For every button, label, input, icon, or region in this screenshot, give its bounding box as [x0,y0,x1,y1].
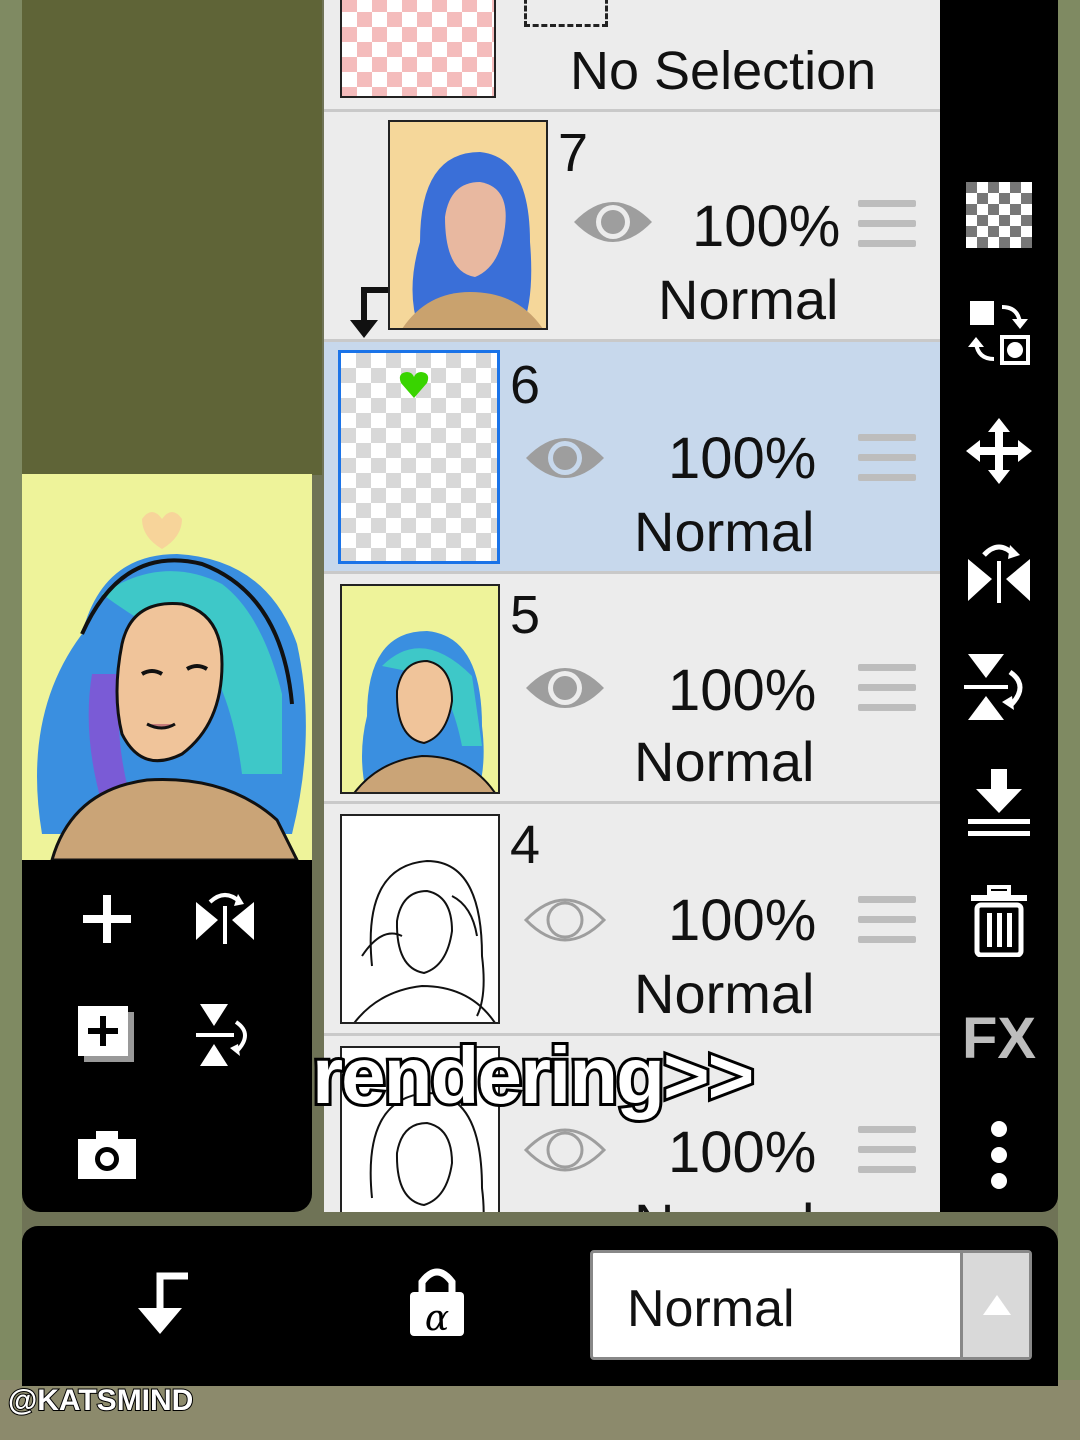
move-arrows-icon [966,418,1032,484]
canvas-preview [22,474,312,860]
layer-row[interactable]: 4 100% Normal [324,804,940,1036]
delete-layer-button[interactable] [960,882,1038,960]
drag-handle[interactable] [858,434,916,484]
merge-down-button[interactable] [960,764,1038,842]
video-caption: rendering>> [309,1028,757,1123]
visibility-eye-icon[interactable] [524,428,606,488]
svg-text:α: α [425,1298,449,1338]
right-toolbar: FX [940,0,1058,1212]
selection-thumbnail [340,0,496,98]
trash-icon [971,885,1027,957]
visibility-eye-hidden-icon[interactable] [524,1120,606,1180]
layer-bottom-bar: α Normal [22,1226,1058,1386]
canvas-background-left [0,0,22,1440]
layer-opacity: 100% [668,888,817,953]
layer-thumbnail [388,120,548,330]
layer-opacity: 100% [668,1120,817,1185]
flip-vertical-button[interactable] [960,648,1038,726]
checkerboard-icon [966,182,1032,248]
add-layer-box-icon [78,1006,134,1062]
merge-down-icon [968,769,1030,836]
drag-handle[interactable] [858,664,916,714]
transparency-button[interactable] [960,176,1038,254]
selection-layer-row[interactable]: No Selection [324,0,940,112]
visibility-eye-icon[interactable] [524,658,606,718]
kebab-menu-icon [991,1121,1007,1189]
drag-handle[interactable] [858,1126,916,1176]
no-selection-label: No Selection [570,41,877,101]
layer-thumbnail [340,584,500,794]
alpha-lock-icon: α [410,1268,464,1339]
layer-blend-mode: Normal [634,500,815,563]
blend-mode-value: Normal [627,1280,795,1338]
watermark: @KATSMIND [7,1383,194,1418]
layer-number: 7 [558,123,589,183]
layer-number: 5 [510,585,541,645]
clipping-button[interactable] [122,1268,202,1348]
move-button[interactable] [960,412,1038,490]
triangle-up-icon [983,1295,1011,1315]
fx-button[interactable]: FX [960,1005,1038,1072]
flip-horizontal-icon [196,893,254,944]
layer-opacity: 100% [668,426,817,491]
layer-thumbnail [338,350,500,564]
layer-opacity: 100% [668,658,817,723]
layer-row[interactable]: 5 100% Normal [324,574,940,804]
blend-mode-dropdown-toggle[interactable] [960,1253,1029,1357]
canvas-background-right [1058,0,1080,1440]
clipping-arrow-icon [350,287,388,338]
drag-handle[interactable] [858,200,916,250]
layer-row-selected[interactable]: 6 100% Normal [324,342,940,574]
swap-icon [968,301,1030,365]
layer-thumbnail [340,814,500,1024]
flip-horizontal-button[interactable] [960,530,1038,608]
layer-row[interactable]: 7 100% Normal [324,112,940,342]
layer-number: 6 [510,355,541,415]
selection-marquee-icon [524,0,608,27]
drag-handle[interactable] [858,896,916,946]
flip-vertical-icon [964,654,1023,720]
add-copy-layer-button[interactable] [72,1000,142,1070]
plus-icon [83,895,131,943]
layer-blend-mode: Normal [658,268,839,331]
camera-button[interactable] [72,1120,142,1190]
flip-horizontal-icon [968,544,1030,603]
layer-opacity: 100% [692,194,841,259]
camera-icon [78,1131,136,1179]
visibility-eye-hidden-icon[interactable] [524,890,606,950]
layer-blend-mode: Normal [634,1196,814,1213]
layer-blend-mode: Normal [634,962,815,1025]
layer-blend-mode: Normal [634,730,815,793]
left-tool-panel [22,860,312,1212]
flip-vertical-icon [196,1004,247,1066]
alpha-lock-button[interactable]: α [406,1266,486,1350]
flip-horizontal-button[interactable] [190,884,260,954]
visibility-eye-icon[interactable] [572,192,654,252]
more-options-button[interactable] [960,1116,1038,1194]
swap-colors-button[interactable] [960,294,1038,372]
clipping-arrow-icon [138,1272,188,1334]
flip-vertical-button[interactable] [190,1000,260,1070]
heart-icon [399,372,429,398]
canvas-background [22,0,322,475]
blend-mode-select[interactable]: Normal [590,1250,1032,1360]
add-layer-button[interactable] [72,884,142,954]
layer-number: 4 [510,815,541,875]
